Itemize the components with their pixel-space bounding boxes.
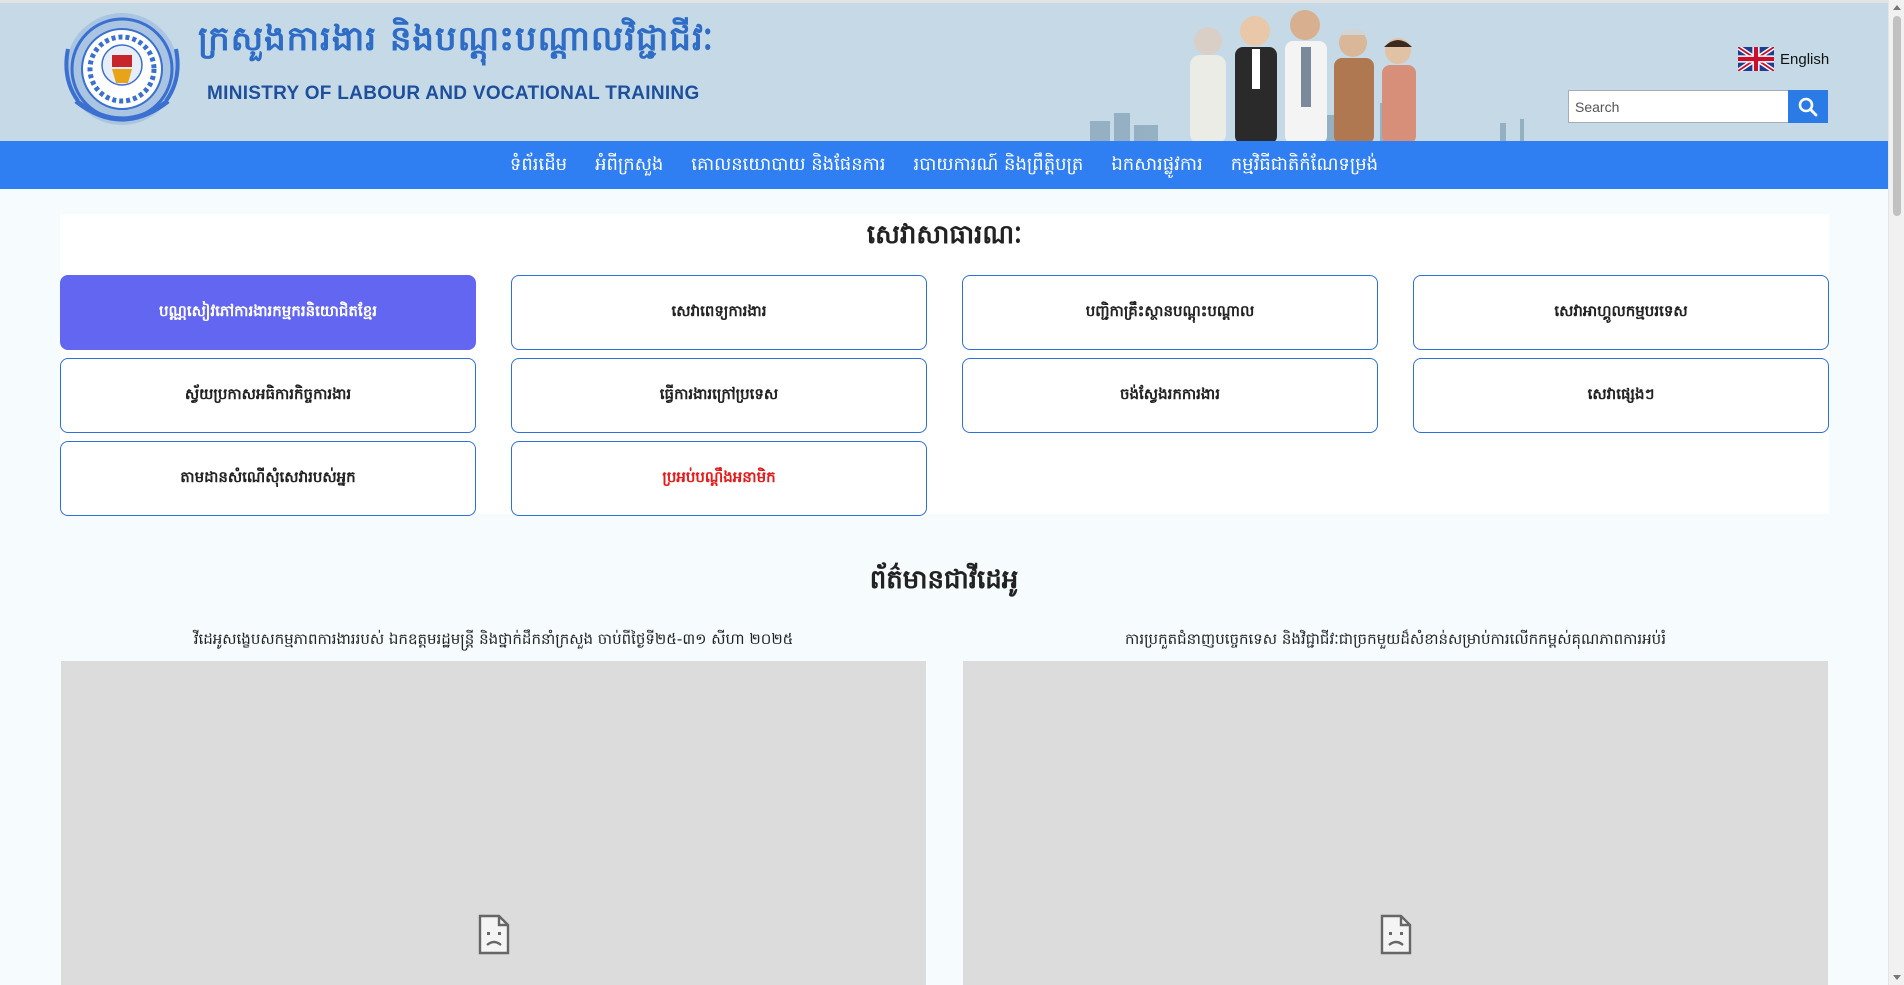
uk-flag-icon [1738, 47, 1774, 71]
workers-banner-illustration [1090, 10, 1524, 141]
nav-item-official-documents[interactable]: ឯកសារផ្លូវការ [1109, 152, 1204, 179]
scrollbar-thumb[interactable] [1893, 16, 1901, 216]
service-occupational-health[interactable]: សេវាពេទ្យការងារ [511, 275, 927, 350]
search-input[interactable] [1568, 90, 1789, 123]
video-news-caption[interactable]: ការប្រកួតជំនាញបច្ចេកទេស និងវិជ្ជាជីវៈជាច… [963, 625, 1828, 661]
broken-video-icon [1380, 914, 1411, 955]
video-news-caption[interactable]: វីដេអូសង្ខេបសកម្មភាពការងាររបស់ ឯកឧត្តមរដ… [61, 625, 926, 661]
public-services-section: សេវាសាធារណៈ បណ្ណសៀវភៅការងារកម្មករនិយោជិត… [60, 214, 1829, 516]
video-news-title: ព័ត៌មានជាវីដេអូ [869, 565, 1019, 595]
service-training-registry[interactable]: បញ្ជិកាគ្រឹះស្ថានបណ្តុះបណ្តាល [962, 275, 1378, 350]
service-track-request[interactable]: តាមដានសំណើសុំសេវារបស់អ្នក [60, 441, 476, 516]
nav-item-about[interactable]: អំពីក្រសួង [593, 152, 665, 179]
broken-video-icon [478, 914, 509, 955]
scroll-down-arrow-icon[interactable] [1893, 975, 1901, 980]
service-self-inspection[interactable]: ស្វ័យប្រកាសអធិការកិច្ចការងារ [60, 358, 476, 433]
service-job-search[interactable]: ចង់ស្វែងរកការងារ [962, 358, 1378, 433]
page-scrollbar[interactable] [1888, 0, 1904, 985]
site-title-khmer: ក្រសួងការងារ និងបណ្តុះបណ្តាលវិជ្ជាជីវៈ [198, 19, 715, 59]
search-form [1568, 90, 1828, 123]
service-work-abroad[interactable]: ធ្វើការងារក្រៅប្រទេស [511, 358, 927, 433]
site-title-english: MINISTRY OF LABOUR AND VOCATIONAL TRAINI… [207, 83, 700, 104]
video-news-item: វីដេអូសង្ខេបសកម្មភាពការងាររបស់ ឯកឧត្តមរដ… [61, 625, 926, 985]
ministry-seal-icon[interactable] [62, 9, 182, 131]
video-news-item: ការប្រកួតជំនាញបច្ចេកទេស និងវិជ្ជាជីវៈជាច… [963, 625, 1828, 985]
service-labour-book[interactable]: បណ្ណសៀវភៅការងារកម្មករនិយោជិតខ្មែរ [60, 275, 476, 350]
nav-item-home[interactable]: ទំព័រដើម [508, 152, 569, 179]
scroll-up-arrow-icon[interactable] [1893, 5, 1901, 10]
nav-item-reform-program[interactable]: កម្មវិធីជាតិកំណែទម្រង់ [1229, 152, 1380, 179]
service-other[interactable]: សេវាផ្សេងៗ [1413, 358, 1829, 433]
site-header: ក្រសួងការងារ និងបណ្តុះបណ្តាលវិជ្ជាជីវៈ M… [0, 0, 1888, 141]
nav-item-reports[interactable]: របាយការណ៍ និងព្រឹត្តិបត្រ [912, 152, 1086, 179]
language-label: English [1780, 50, 1830, 68]
video-player[interactable] [61, 661, 926, 985]
search-button[interactable] [1788, 90, 1828, 123]
services-title: សេវាសាធារណៈ [866, 220, 1023, 250]
nav-item-policy[interactable]: គោលនយោបាយ និងផែនការ [689, 152, 887, 179]
language-switch[interactable]: English [1738, 47, 1829, 71]
service-foreign-workers[interactable]: សេវាអាហ្គូលកម្មបរទេស [1413, 275, 1829, 350]
service-anonymous-complaint[interactable]: ប្រអប់បណ្តឹងអនាមិក [511, 441, 927, 516]
main-navigation: ទំព័រដើម អំពីក្រសួង គោលនយោបាយ និងផែនការ … [0, 141, 1888, 189]
video-player[interactable] [963, 661, 1828, 985]
search-icon [1798, 97, 1818, 116]
